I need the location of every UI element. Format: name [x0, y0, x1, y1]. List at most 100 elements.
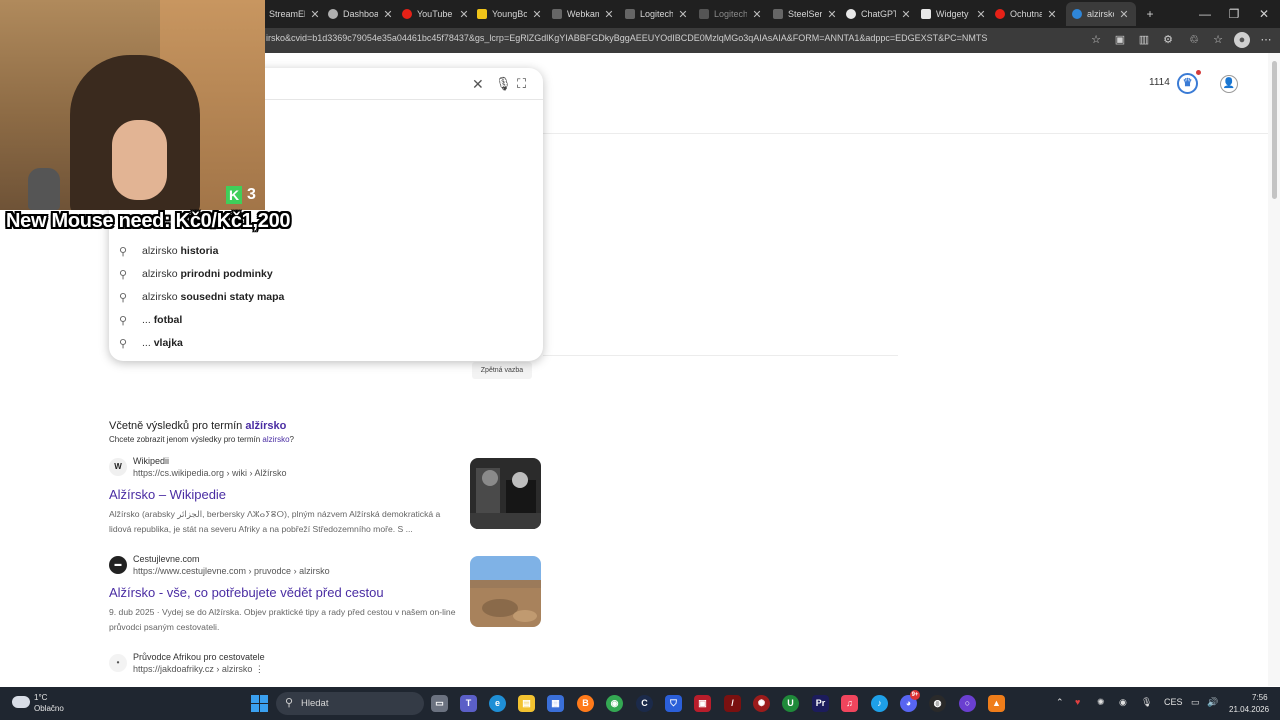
premiere-icon[interactable]: Pr: [812, 695, 829, 712]
tab-youtube[interactable]: YouTube | ✕: [402, 4, 470, 24]
close-tab-icon[interactable]: ✕: [900, 8, 912, 21]
only-term-link[interactable]: alzirsko: [262, 435, 289, 444]
including-term-link[interactable]: alžírsko: [245, 420, 286, 432]
feedback-button[interactable]: Zpětná vazba: [472, 362, 532, 379]
favorite-star-icon[interactable]: ☆: [1088, 32, 1104, 48]
tab-logitech-2[interactable]: Logitech ✕: [699, 4, 763, 24]
tab-steelseries[interactable]: SteelSerie ✕: [773, 4, 838, 24]
close-tab-icon[interactable]: ✕: [309, 8, 321, 21]
tray-steam-icon[interactable]: ◉: [1119, 697, 1127, 708]
close-tab-icon[interactable]: ✕: [751, 8, 763, 21]
suggestion-item[interactable]: ⚲ alzirsko sousedni staty mapa: [109, 286, 543, 308]
app-c-icon[interactable]: C: [636, 695, 653, 712]
music-icon[interactable]: ♫: [841, 695, 858, 712]
browser-essentials-icon[interactable]: ♲: [1186, 32, 1202, 48]
visual-search-icon[interactable]: ⛶: [517, 76, 526, 92]
cestujlevne-icon: ▬: [109, 556, 127, 574]
close-tab-icon[interactable]: ✕: [382, 8, 394, 21]
rewards-trophy-icon[interactable]: ♛: [1177, 73, 1198, 94]
extensions-icon[interactable]: ⚙: [1160, 32, 1176, 48]
close-tab-icon[interactable]: ✕: [1046, 8, 1058, 21]
tray-chevron-icon[interactable]: ⌃: [1056, 697, 1064, 708]
tab-youngboy[interactable]: YoungBoy ✕: [477, 4, 543, 24]
weather-description[interactable]: Oblačno: [34, 704, 64, 713]
volume-icon[interactable]: 🔊: [1207, 697, 1218, 708]
start-tile: [260, 704, 268, 712]
suggestion-item[interactable]: ⚲ ... vlajka: [109, 332, 543, 354]
file-explorer-icon[interactable]: ▤: [518, 695, 535, 712]
tray-mic-icon[interactable]: 🎙: [1141, 697, 1152, 708]
result-title-link[interactable]: Alžírsko - vše, co potřebujete vědět pře…: [109, 585, 384, 600]
suggestion-item[interactable]: ⚲ ... fotbal: [109, 309, 543, 331]
tab-dashboard[interactable]: Dashboar ✕: [328, 4, 394, 24]
taskbar-search-box[interactable]: ⚲ Hledat: [276, 692, 424, 715]
tab-ochutnal[interactable]: Ochutnal ✕: [995, 4, 1058, 24]
chrome-icon[interactable]: ◉: [606, 695, 623, 712]
weather-temperature[interactable]: 1°C: [34, 693, 47, 702]
clock-time[interactable]: 7:56: [1252, 693, 1268, 702]
more-menu-icon[interactable]: ⋯: [1258, 32, 1274, 48]
app-u-icon[interactable]: U: [782, 695, 799, 712]
tab-streamelements[interactable]: StreamEle ✕: [269, 4, 321, 24]
itunes-icon[interactable]: ♪: [871, 695, 888, 712]
tab-logitech-1[interactable]: Logitech | ✕: [625, 4, 689, 24]
close-tab-icon[interactable]: ✕: [531, 8, 543, 21]
suggestion-item[interactable]: ⚲ alzirsko prirodni podminky: [109, 263, 543, 285]
shield-icon[interactable]: ⛉: [665, 695, 682, 712]
close-tab-icon[interactable]: ✕: [677, 8, 689, 21]
suggestion-prefix: alzirsko: [142, 291, 178, 303]
close-tab-icon[interactable]: ✕: [1118, 8, 1130, 21]
result-url[interactable]: https://jakdoafriky.cz › alzirsko ⋮: [133, 664, 264, 675]
url-field[interactable]: irsko&cvid=b1d3369c79054e35a04461bc45f78…: [266, 33, 987, 43]
steelseries-icon[interactable]: ✺: [753, 695, 770, 712]
obs-icon[interactable]: ◍: [929, 695, 946, 712]
result-url[interactable]: https://www.cestujlevne.com › pruvodce ›…: [133, 566, 330, 576]
result-url[interactable]: https://cs.wikipedia.org › wiki › Alžírs…: [133, 468, 287, 478]
task-view-icon[interactable]: ▭: [431, 695, 448, 712]
tray-steelseries-icon[interactable]: ✺: [1097, 697, 1105, 708]
tab-alzirsko-active[interactable]: alzirsko - ✕: [1066, 2, 1136, 26]
split-screen-icon[interactable]: ▥: [1136, 32, 1152, 48]
close-tab-icon[interactable]: ✕: [975, 8, 987, 21]
network-icon[interactable]: ▭: [1191, 697, 1200, 708]
minimize-icon[interactable]: —: [1195, 5, 1215, 23]
cloud-icon[interactable]: [12, 696, 30, 708]
new-tab-icon[interactable]: +: [1140, 5, 1160, 23]
tab-chatgpt[interactable]: ChatGPT ✕: [846, 4, 912, 24]
maximize-icon[interactable]: ❐: [1224, 5, 1244, 23]
result-thumbnail-image[interactable]: [470, 458, 541, 529]
tab-widgety[interactable]: Widgety | ✕: [921, 4, 987, 24]
input-language[interactable]: CES: [1164, 697, 1183, 707]
suggestion-prefix: alzirsko: [142, 268, 178, 280]
user-profile-icon[interactable]: 👤: [1220, 75, 1238, 93]
brave-icon[interactable]: B: [577, 695, 594, 712]
clear-search-icon[interactable]: ✕: [472, 76, 484, 93]
scrollbar-thumb[interactable]: [1272, 61, 1277, 199]
app-slash-icon[interactable]: /: [724, 695, 741, 712]
result-thumbnail-image[interactable]: [470, 556, 541, 627]
app-o-icon[interactable]: ○: [959, 695, 976, 712]
app-red-icon[interactable]: ▣: [694, 695, 711, 712]
store-icon[interactable]: ▦: [547, 695, 564, 712]
suggestion-item[interactable]: ⚲ alzirsko historia: [109, 240, 543, 262]
edge-icon[interactable]: e: [489, 695, 506, 712]
tray-app-icon[interactable]: ♥: [1075, 697, 1080, 707]
start-button[interactable]: [251, 695, 268, 712]
clock-date[interactable]: 21.04.2026: [1229, 705, 1269, 714]
tab-webkamera[interactable]: Webkame ✕: [552, 4, 615, 24]
reading-view-icon[interactable]: ▣: [1112, 32, 1128, 48]
result-title-link[interactable]: Alžírsko – Wikipedie: [109, 487, 226, 502]
collections-icon[interactable]: ☆: [1210, 32, 1226, 48]
teams-icon[interactable]: T: [460, 695, 477, 712]
rewards-points[interactable]: 1114: [1149, 77, 1170, 88]
tab-title: Webkame: [567, 9, 599, 19]
close-tab-icon[interactable]: ✕: [826, 8, 838, 21]
close-tab-icon[interactable]: ✕: [458, 8, 470, 21]
profile-avatar[interactable]: ●: [1234, 32, 1250, 48]
page-scrollbar[interactable]: [1268, 53, 1280, 686]
tab-favicon-icon: [921, 9, 931, 19]
vlc-icon[interactable]: ▲: [988, 695, 1005, 712]
voice-search-icon[interactable]: 🎙: [495, 76, 512, 92]
close-window-icon[interactable]: ✕: [1254, 5, 1274, 23]
close-tab-icon[interactable]: ✕: [603, 8, 615, 21]
